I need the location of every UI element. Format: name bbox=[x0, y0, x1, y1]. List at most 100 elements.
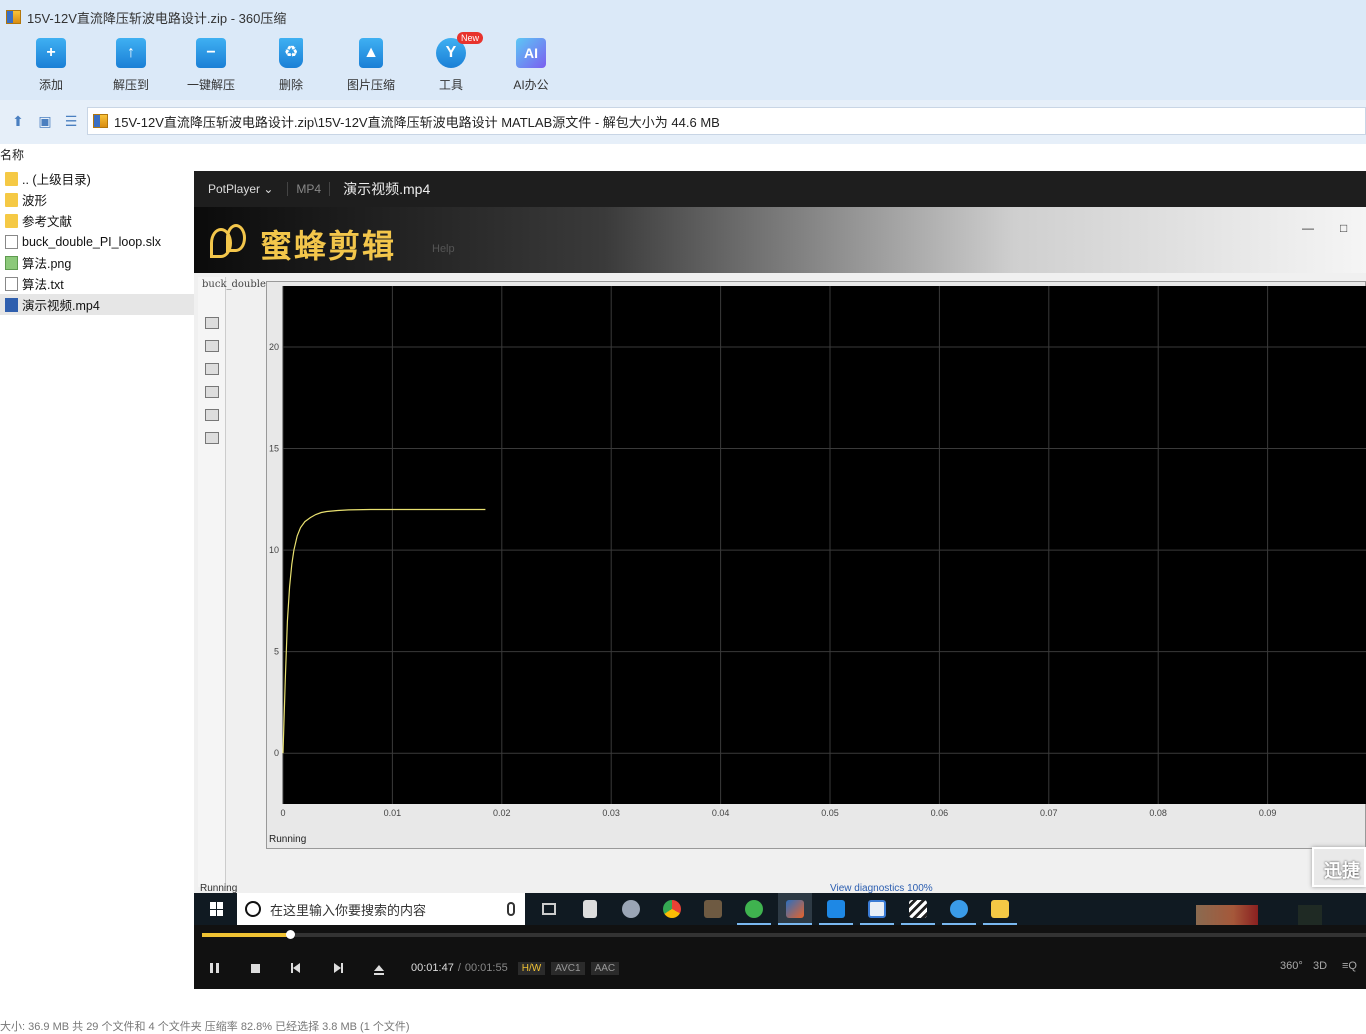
text-file-icon bbox=[5, 276, 18, 291]
watermark-text: 蜜蜂剪辑 bbox=[260, 228, 397, 264]
delete-button[interactable]: ♻ 删除 bbox=[251, 38, 331, 93]
tools-label: 工具 bbox=[438, 78, 463, 92]
pause-icon bbox=[210, 963, 219, 973]
file-explorer-icon bbox=[983, 893, 1017, 925]
text-icon bbox=[204, 386, 219, 398]
tools-button[interactable]: Y New 工具 bbox=[411, 32, 491, 93]
file-name: .. (上级目录) bbox=[22, 173, 91, 187]
previous-button[interactable] bbox=[276, 947, 317, 989]
one-click-extract-label: 一键解压 bbox=[186, 78, 235, 92]
ai-office-button[interactable]: AI AI办公 bbox=[491, 38, 571, 93]
delete-icon: ♻ bbox=[279, 38, 303, 68]
model-tab: buck_double bbox=[202, 279, 266, 290]
eject-button[interactable] bbox=[358, 947, 399, 989]
arrow-icon bbox=[204, 363, 219, 375]
list-view-icon[interactable]: ☰ bbox=[63, 113, 79, 129]
file-name: buck_double_PI_loop.slx bbox=[22, 234, 161, 249]
audio-codec-badge: AAC bbox=[590, 961, 620, 975]
microphone-icon bbox=[507, 902, 515, 916]
video-file-icon bbox=[5, 297, 18, 312]
playlist-button[interactable]: ≡Q bbox=[1342, 960, 1357, 972]
y-tick-label: 0 bbox=[274, 748, 279, 758]
add-label: 添加 bbox=[38, 78, 63, 92]
y-tick-label: 15 bbox=[269, 444, 279, 454]
list-item-mp4[interactable]: 演示视频.mp4 bbox=[0, 294, 194, 315]
vr-360-button[interactable]: 360° bbox=[1280, 960, 1303, 972]
y-tick-label: 20 bbox=[269, 342, 279, 352]
ai-office-label: AI办公 bbox=[513, 78, 549, 92]
zip-icon bbox=[93, 114, 108, 128]
image-compress-button[interactable]: ▲ 图片压缩 bbox=[331, 38, 411, 93]
address-bar: ⬆ ▣ ☰ 15V-12V直流降压斩波电路设计.zip\15V-12V直流降压斩… bbox=[0, 100, 1366, 144]
title-bar: 15V-12V直流降压斩波电路设计.zip - 360压缩 bbox=[0, 0, 1366, 34]
name-column-header[interactable]: 名称 bbox=[0, 146, 24, 163]
pause-button[interactable] bbox=[194, 947, 235, 989]
up-level-icon[interactable]: ⬆ bbox=[10, 113, 26, 129]
clapper-icon bbox=[901, 893, 935, 925]
x-tick-label: 0.05 bbox=[821, 808, 839, 818]
y-tick-label: 10 bbox=[269, 545, 279, 555]
file-name: 算法.png bbox=[22, 257, 72, 271]
main-toolbar: + 添加 ↑ 解压到 − 一键解压 ♻ 删除 ▲ 图片压缩 Y New 工具 A… bbox=[0, 32, 1366, 100]
status-bar-text: 大小: 36.9 MB 共 29 个文件和 4 个文件夹 压缩率 82.8% 已… bbox=[0, 1021, 410, 1033]
window-title: 15V-12V直流降压斩波电路设计.zip - 360压缩 bbox=[27, 10, 287, 26]
browser-icon bbox=[942, 893, 976, 925]
scope-status: Running bbox=[269, 834, 307, 845]
image-icon bbox=[204, 409, 219, 421]
image-file-icon bbox=[5, 255, 18, 270]
x-tick-label: 0.06 bbox=[931, 808, 949, 818]
seek-progress bbox=[202, 933, 290, 937]
folder-icon bbox=[5, 213, 18, 228]
list-item-waveform[interactable]: 波形 bbox=[0, 189, 194, 210]
next-button[interactable] bbox=[317, 947, 358, 989]
file-name: 参考文献 bbox=[22, 215, 73, 229]
x-tick-label: 0.08 bbox=[1149, 808, 1167, 818]
calculator-icon bbox=[573, 893, 607, 925]
list-item-parent-dir[interactable]: .. (上级目录) bbox=[0, 168, 194, 189]
list-item-txt[interactable]: 算法.txt bbox=[0, 273, 194, 294]
total-time: 00:01:55 bbox=[464, 962, 508, 974]
format-label: MP4 bbox=[287, 182, 331, 196]
ai-office-icon: AI bbox=[516, 38, 546, 68]
add-folder-icon: + bbox=[36, 38, 66, 68]
previous-icon bbox=[293, 963, 300, 973]
bee-logo-icon bbox=[206, 224, 254, 264]
seek-bar[interactable] bbox=[202, 930, 1366, 939]
eject-icon bbox=[373, 965, 384, 975]
taskbar-search-placeholder: 在这里输入你要搜索的内容 bbox=[270, 902, 427, 918]
file-list: .. (上级目录) 波形 参考文献 buck_double_PI_loop.sl… bbox=[0, 168, 194, 315]
file-name: 演示视频.mp4 bbox=[22, 299, 100, 313]
cortana-icon bbox=[245, 901, 261, 917]
extract-to-icon: ↑ bbox=[116, 38, 146, 68]
blurred-area bbox=[1298, 905, 1322, 925]
stop-button[interactable] bbox=[235, 947, 276, 989]
path-field[interactable]: 15V-12V直流降压斩波电路设计.zip\15V-12V直流降压斩波电路设计 … bbox=[87, 107, 1366, 135]
matlab-icon bbox=[778, 893, 812, 925]
zoom-icon bbox=[204, 317, 219, 329]
x-tick-label: 0.03 bbox=[602, 808, 620, 818]
x-tick-label: 0.01 bbox=[384, 808, 402, 818]
one-click-extract-icon: − bbox=[196, 38, 226, 68]
video-frame[interactable]: 蜜蜂剪辑 Help — □ buck_double 0 0.01 0.02 0.03 0… bbox=[194, 207, 1366, 893]
playing-file-title: 演示视频.mp4 bbox=[343, 181, 431, 197]
minimize-icon: — bbox=[1302, 221, 1314, 235]
corner-logo: 迅捷 bbox=[1312, 847, 1366, 887]
one-click-extract-button[interactable]: − 一键解压 bbox=[171, 38, 251, 93]
windows-start-icon bbox=[210, 902, 224, 916]
blurred-area bbox=[1196, 905, 1258, 925]
hw-decode-badge[interactable]: H/W bbox=[517, 961, 546, 975]
list-item-references[interactable]: 参考文献 bbox=[0, 210, 194, 231]
file-name: 算法.txt bbox=[22, 278, 64, 292]
folder-icon bbox=[5, 192, 18, 207]
add-button[interactable]: + 添加 bbox=[11, 38, 91, 93]
list-item-slx[interactable]: buck_double_PI_loop.slx bbox=[0, 231, 194, 252]
thumbnail-view-icon[interactable]: ▣ bbox=[37, 113, 53, 129]
taskbar-search: 在这里输入你要搜索的内容 bbox=[237, 893, 525, 925]
seek-handle[interactable] bbox=[286, 930, 295, 939]
potplayer-menu-button[interactable]: PotPlayer ⌄ bbox=[208, 182, 273, 196]
folder-icon bbox=[5, 171, 18, 186]
extract-to-button[interactable]: ↑ 解压到 bbox=[91, 38, 171, 93]
3d-button[interactable]: 3D bbox=[1313, 960, 1327, 972]
list-item-png[interactable]: 算法.png bbox=[0, 252, 194, 273]
maximize-icon: □ bbox=[1340, 221, 1348, 235]
